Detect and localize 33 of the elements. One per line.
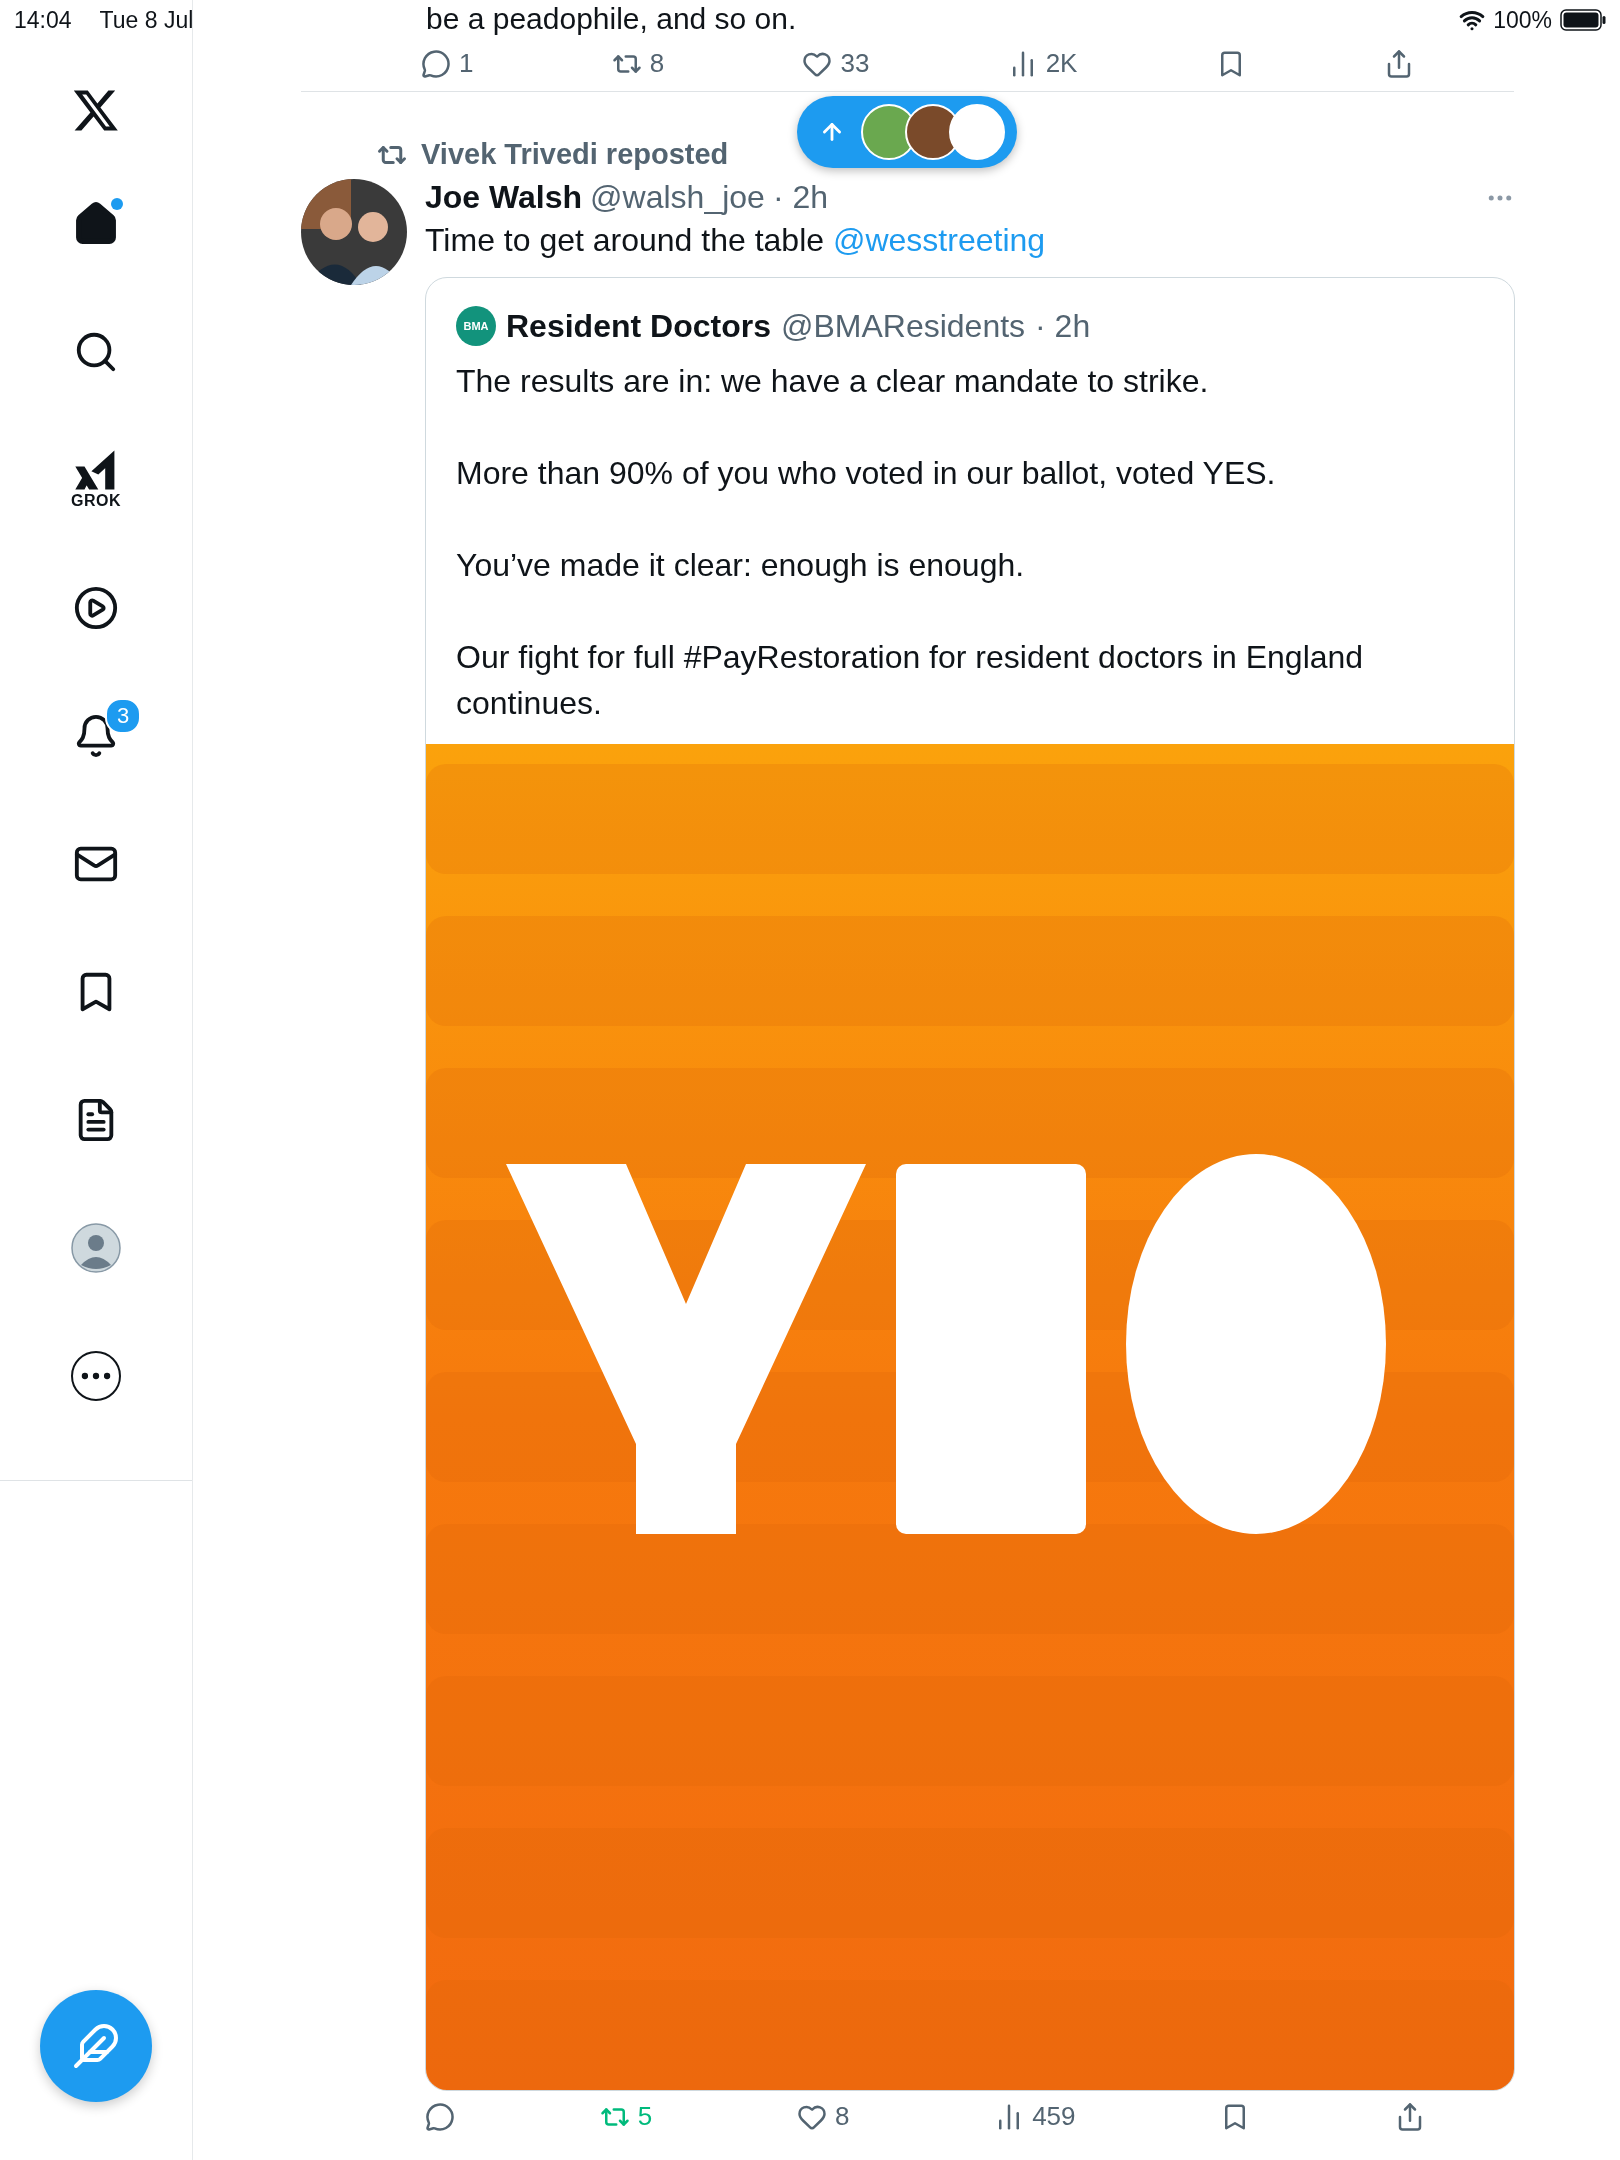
status-date: Tue 8 Jul <box>99 6 194 34</box>
reply-button[interactable] <box>425 2101 455 2132</box>
post-time: · 2h <box>772 179 828 216</box>
post-text: be a peadophile, and so on. <box>426 2 797 36</box>
quoted-post-card[interactable] <box>425 277 1515 2091</box>
status-time: 14:04 <box>14 6 72 34</box>
quoted-post-paragraph: Our fight for full #PayRestoration for resident doctors in England continues. <box>455 638 1365 723</box>
quoted-post-paragraph: More than 90% of you who voted in our ballot, voted YES. <box>455 454 1277 493</box>
grok-label: GROK <box>71 492 121 510</box>
new-posts-pill[interactable] <box>797 96 1017 168</box>
author-name: Joe Walsh <box>425 179 583 216</box>
quoted-post-paragraph: You’ve made it clear: enough is enough. <box>455 546 1026 585</box>
post-text: Time to get around the table @wesstreeting <box>425 222 1047 259</box>
quoted-author-handle: @BMAResidents <box>780 307 1026 345</box>
like-button[interactable]: 33 <box>802 48 870 79</box>
reply-icon <box>425 2101 455 2132</box>
compose-button[interactable] <box>40 1990 152 2102</box>
grok-nav-button[interactable]: GROK <box>51 416 141 544</box>
notification-badge: 3 <box>105 698 141 734</box>
views-button[interactable]: 2K <box>1007 48 1078 79</box>
battery-icon <box>1560 9 1606 31</box>
like-button[interactable]: 8 <box>796 2101 850 2132</box>
repost-label: Vivek Trivedi reposted <box>421 138 729 171</box>
repost-button[interactable]: 8 <box>611 48 665 79</box>
reply-icon <box>421 48 451 79</box>
author-handle: @walsh_joe <box>590 179 765 216</box>
quoted-post-paragraph: The results are in: we have a clear mandate to strike. <box>455 362 1210 401</box>
battery-percent: 100% <box>1493 6 1552 34</box>
quoted-post-time: · 2h <box>1035 307 1091 345</box>
bma-logo: BMA <box>456 306 496 346</box>
reply-button[interactable]: 1 <box>421 48 474 79</box>
views-button[interactable]: 459 <box>994 2101 1076 2132</box>
quoted-author-name: Resident Doctors <box>506 307 771 345</box>
